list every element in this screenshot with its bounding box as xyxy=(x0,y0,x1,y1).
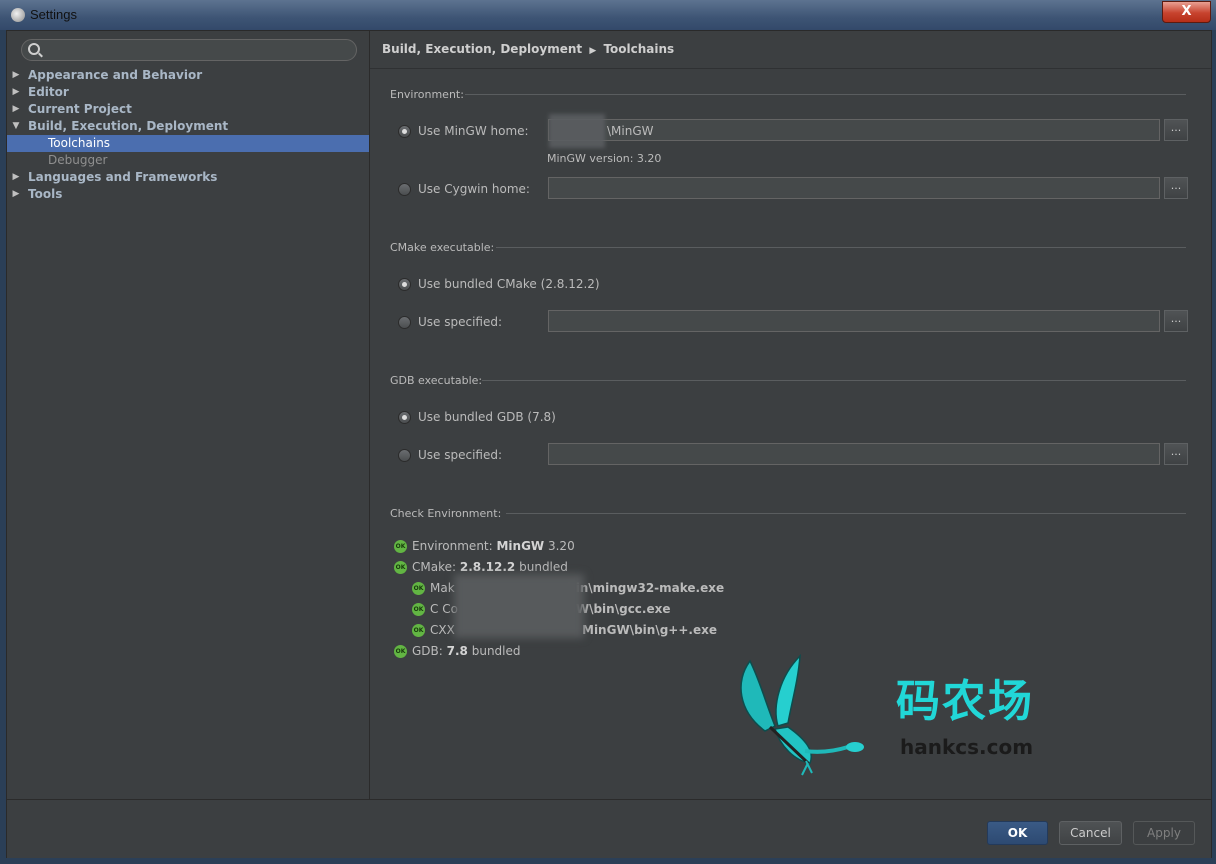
cygwin-browse-button[interactable]: ... xyxy=(1164,177,1188,199)
expand-arrow-icon[interactable]: ▶ xyxy=(11,84,21,101)
expand-arrow-icon[interactable]: ▶ xyxy=(11,186,21,203)
gdb-use-specified-radio[interactable] xyxy=(398,449,411,462)
section-divider xyxy=(496,247,1186,248)
redacted-path-region xyxy=(549,114,605,148)
expand-arrow-icon[interactable]: ▶ xyxy=(11,67,21,84)
use-mingw-label: Use MinGW home: xyxy=(418,124,529,138)
expand-arrow-icon[interactable]: ▶ xyxy=(11,169,21,186)
gdb-use-specified-label: Use specified: xyxy=(418,448,503,462)
tree-item-label: Tools xyxy=(28,187,63,201)
ok-status-icon: OK xyxy=(412,603,425,616)
gdb-section-title: GDB executable: xyxy=(390,374,483,387)
settings-tree: ▶ Appearance and Behavior ▶ Editor ▶ Cur… xyxy=(7,67,369,203)
search-icon xyxy=(28,43,40,55)
collapse-arrow-icon[interactable]: ▼ xyxy=(11,118,21,135)
redacted-path-region xyxy=(454,574,584,638)
search-input[interactable] xyxy=(44,41,348,59)
mingw-home-field[interactable]: \MinGW xyxy=(548,114,1160,148)
tree-item-tools[interactable]: ▶ Tools xyxy=(7,186,369,203)
watermark-url: hankcs.com xyxy=(900,735,1034,759)
tree-item-label: Debugger xyxy=(48,153,108,167)
cmake-use-specified-radio[interactable] xyxy=(398,316,411,329)
section-divider xyxy=(506,513,1186,514)
cancel-button[interactable]: Cancel xyxy=(1059,821,1122,845)
breadcrumb-current: Toolchains xyxy=(603,42,675,56)
tree-item-editor[interactable]: ▶ Editor xyxy=(7,84,369,101)
use-bundled-gdb-radio[interactable] xyxy=(398,411,411,424)
butterfly-logo-icon xyxy=(740,654,864,776)
settings-tree-panel: ▶ Appearance and Behavior ▶ Editor ▶ Cur… xyxy=(7,31,370,799)
cygwin-home-field[interactable] xyxy=(548,177,1160,199)
tree-item-toolchains[interactable]: Toolchains xyxy=(7,135,369,152)
section-divider xyxy=(465,94,1186,95)
use-mingw-radio[interactable] xyxy=(398,125,411,138)
expand-arrow-icon[interactable]: ▶ xyxy=(11,101,21,118)
tree-item-label: Current Project xyxy=(28,102,132,116)
cmake-browse-button[interactable]: ... xyxy=(1164,310,1188,332)
ok-status-icon: OK xyxy=(412,624,425,637)
use-bundled-cmake-label: Use bundled CMake (2.8.12.2) xyxy=(418,277,600,291)
tree-item-build-execution-deployment[interactable]: ▼ Build, Execution, Deployment xyxy=(7,118,369,135)
gdb-browse-button[interactable]: ... xyxy=(1164,443,1188,465)
ok-status-icon: OK xyxy=(412,582,425,595)
mingw-version-text: MinGW version: 3.20 xyxy=(547,152,662,165)
cmake-use-specified-label: Use specified: xyxy=(418,315,503,329)
tree-item-label: Editor xyxy=(28,85,69,99)
ok-button[interactable]: OK xyxy=(987,821,1048,845)
cmake-section-title: CMake executable: xyxy=(390,241,495,254)
tree-item-label: Toolchains xyxy=(48,136,111,150)
title-bar: Settings X xyxy=(0,0,1216,30)
check-environment-section-title: Check Environment: xyxy=(390,507,502,520)
tree-item-debugger[interactable]: Debugger xyxy=(7,152,369,169)
section-divider xyxy=(482,380,1186,381)
tree-item-label: Appearance and Behavior xyxy=(28,68,203,82)
ok-status-icon: OK xyxy=(394,540,407,553)
tree-item-languages-and-frameworks[interactable]: ▶ Languages and Frameworks xyxy=(7,169,369,186)
watermark: 码农场 hankcs.com xyxy=(730,651,1070,781)
toolchains-panel: Build, Execution, Deployment ▶ Toolchain… xyxy=(370,31,1211,799)
use-cygwin-radio[interactable] xyxy=(398,183,411,196)
breadcrumb-parent: Build, Execution, Deployment xyxy=(382,42,583,56)
search-box[interactable] xyxy=(21,39,357,61)
use-bundled-cmake-radio[interactable] xyxy=(398,278,411,291)
gdb-path-field[interactable] xyxy=(548,443,1160,465)
mingw-home-value: \MinGW xyxy=(607,124,654,138)
apply-button[interactable]: Apply xyxy=(1133,821,1195,845)
tree-item-label: Languages and Frameworks xyxy=(28,170,218,184)
ok-status-icon: OK xyxy=(394,645,407,658)
app-icon xyxy=(11,8,25,22)
tree-item-appearance-and-behavior[interactable]: ▶ Appearance and Behavior xyxy=(7,67,369,84)
dialog-button-bar: OK Cancel Apply xyxy=(7,799,1211,858)
window-title: Settings xyxy=(30,7,77,22)
use-bundled-gdb-label: Use bundled GDB (7.8) xyxy=(418,410,556,424)
use-cygwin-label: Use Cygwin home: xyxy=(418,182,530,196)
close-button[interactable]: X xyxy=(1162,1,1211,23)
ok-status-icon: OK xyxy=(394,561,407,574)
tree-item-label: Build, Execution, Deployment xyxy=(28,119,229,133)
settings-dialog: ▶ Appearance and Behavior ▶ Editor ▶ Cur… xyxy=(6,30,1212,858)
breadcrumb: Build, Execution, Deployment ▶ Toolchain… xyxy=(382,42,674,56)
cmake-path-field[interactable] xyxy=(548,310,1160,332)
environment-section-title: Environment: xyxy=(390,88,464,101)
watermark-title: 码农场 xyxy=(896,676,1034,727)
tree-item-current-project[interactable]: ▶ Current Project xyxy=(7,101,369,118)
header-divider xyxy=(370,68,1211,69)
mingw-browse-button[interactable]: ... xyxy=(1164,119,1188,141)
breadcrumb-separator-icon: ▶ xyxy=(589,46,597,56)
